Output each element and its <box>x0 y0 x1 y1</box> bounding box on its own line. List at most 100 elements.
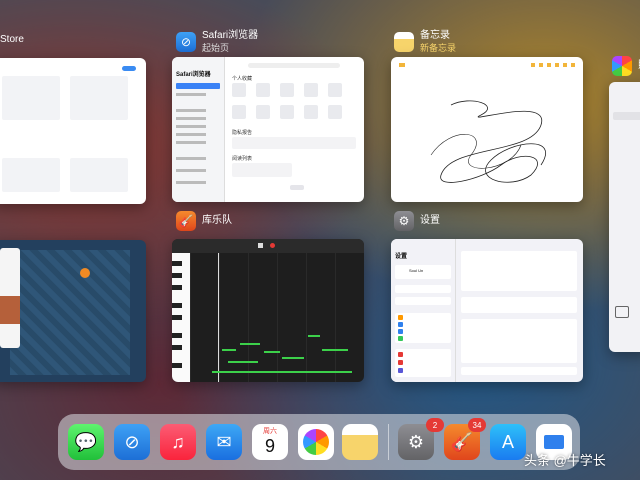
settings-detail-group[interactable] <box>461 319 577 363</box>
appstore-icon[interactable]: A <box>490 424 526 460</box>
settings-window-title: 设置 <box>395 254 408 260</box>
safari-sidebar-item[interactable] <box>176 169 206 172</box>
appstore-card[interactable] <box>0 58 146 204</box>
dock-divider <box>388 424 389 460</box>
midi-note[interactable] <box>240 343 260 345</box>
settings-row[interactable] <box>395 285 451 293</box>
midi-note[interactable] <box>322 349 348 351</box>
safari-favorite-tile[interactable] <box>232 83 246 97</box>
play-icon[interactable] <box>258 243 263 248</box>
notes-toolbar-icons[interactable] <box>531 63 575 67</box>
safari-sidebar-item[interactable] <box>176 181 206 184</box>
messages-icon[interactable]: 💬 <box>68 424 104 460</box>
settings-sidebar: 设置 Soul Un <box>391 239 456 382</box>
safari-favorite-tile[interactable] <box>304 83 318 97</box>
garageband-header: 🎸 库乐队 <box>176 211 232 231</box>
photos-app-icon <box>612 56 632 76</box>
photos-card[interactable] <box>609 82 640 352</box>
appstore-tile <box>70 76 128 120</box>
notes-title: 备忘录 <box>420 30 450 41</box>
safari-sidebar-item[interactable] <box>176 157 206 160</box>
piano-black-key <box>172 333 182 338</box>
settings-group[interactable] <box>395 349 451 377</box>
playhead[interactable] <box>218 253 219 382</box>
piano-black-key <box>172 273 182 278</box>
safari-favorite-tile[interactable] <box>232 105 246 119</box>
safari-sidebar-item[interactable] <box>176 109 206 112</box>
garageband-card[interactable] <box>172 239 364 382</box>
safari-window-title: Safari浏览器 <box>176 72 211 78</box>
safari-card[interactable]: Safari浏览器 个人收藏 隐私报告 阅读列表 <box>172 57 364 202</box>
settings-app-icon: ⚙ <box>394 211 414 231</box>
appstore-title: Store <box>0 34 24 45</box>
safari-sidebar-item[interactable] <box>176 125 206 128</box>
safari-reading-item[interactable] <box>232 163 292 177</box>
safari-sidebar: Safari浏览器 <box>172 57 225 202</box>
safari-favorite-tile[interactable] <box>280 83 294 97</box>
calendar-icon[interactable]: 周六 9 <box>252 424 288 460</box>
settings-detail-group[interactable] <box>461 251 577 291</box>
settings-title: 设置 <box>420 215 440 226</box>
safari-favorite-tile[interactable] <box>280 105 294 119</box>
garageband-title: 库乐队 <box>202 215 232 226</box>
piano-black-key <box>172 363 182 368</box>
appstore-tile <box>2 76 60 120</box>
safari-favorite-tile[interactable] <box>256 105 270 119</box>
appstore-header: Store <box>0 34 24 46</box>
photos-header: 照 <box>612 56 640 76</box>
piano-black-key <box>172 303 182 308</box>
safari-privacy-report[interactable] <box>232 137 356 149</box>
settings-badge: 2 <box>426 418 444 432</box>
piano-black-key <box>172 315 182 320</box>
midi-note[interactable] <box>264 351 280 353</box>
photos-search-field[interactable] <box>613 112 640 120</box>
appstore-tile <box>70 158 128 192</box>
notes-back-icon[interactable] <box>399 63 405 67</box>
safari-sidebar-item[interactable] <box>176 141 206 144</box>
safari-favorite-tile[interactable] <box>328 105 342 119</box>
settings-profile-row[interactable]: Soul Un <box>395 265 451 279</box>
music-icon[interactable]: ♫ <box>160 424 196 460</box>
maps-card[interactable] <box>0 240 146 382</box>
safari-favorite-tile[interactable] <box>304 105 318 119</box>
record-icon[interactable] <box>270 243 275 248</box>
settings-detail-group[interactable] <box>461 367 577 375</box>
notes-card[interactable] <box>391 57 583 202</box>
safari-favorites-heading: 个人收藏 <box>232 76 253 82</box>
notes-handwriting-drawing <box>430 100 546 183</box>
settings-row[interactable] <box>395 297 451 305</box>
safari-address-bar[interactable] <box>248 63 340 68</box>
photos-flower-icon <box>303 429 329 455</box>
notes-icon[interactable] <box>342 424 378 460</box>
notifications-icon <box>398 352 403 357</box>
mail-icon[interactable]: ✉ <box>206 424 242 460</box>
safari-icon[interactable]: ⊘ <box>114 424 150 460</box>
safari-sidebar-item[interactable] <box>176 117 206 120</box>
garageband-toolbar <box>172 239 364 253</box>
midi-note[interactable] <box>212 371 352 373</box>
safari-sidebar-item[interactable] <box>176 133 206 136</box>
bluetooth-icon <box>398 329 403 334</box>
calendar-day: 周六 <box>263 428 277 435</box>
calendar-date: 9 <box>264 436 275 456</box>
midi-note[interactable] <box>282 357 304 359</box>
safari-edit-button[interactable] <box>290 185 304 190</box>
safari-sidebar-item[interactable] <box>176 93 206 96</box>
settings-group[interactable] <box>395 313 451 343</box>
appstore-get-button[interactable] <box>122 66 136 71</box>
settings-card[interactable]: 设置 Soul Un <box>391 239 583 382</box>
piano-roll-grid <box>190 253 364 382</box>
midi-note[interactable] <box>222 349 236 351</box>
notes-subtitle: 新备忘录 <box>420 43 457 53</box>
cellular-icon <box>398 336 403 341</box>
photos-icon[interactable] <box>298 424 334 460</box>
safari-favorite-tile[interactable] <box>256 83 270 97</box>
settings-detail-group[interactable] <box>461 297 577 313</box>
midi-note[interactable] <box>308 335 320 337</box>
safari-favorite-tile[interactable] <box>328 83 342 97</box>
garageband-app-icon: 🎸 <box>176 211 196 231</box>
midi-note[interactable] <box>228 361 258 363</box>
photos-album-icon[interactable] <box>615 306 629 318</box>
safari-start-page-item[interactable] <box>176 83 220 89</box>
garageband-badge: 34 <box>468 418 486 432</box>
